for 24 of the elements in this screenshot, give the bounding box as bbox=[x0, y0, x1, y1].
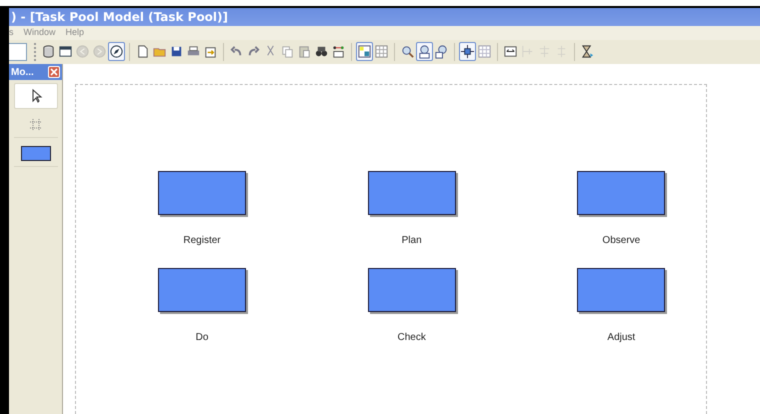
compass-icon[interactable] bbox=[108, 42, 125, 62]
menu-item[interactable]: Help bbox=[66, 26, 84, 40]
task-label: Plan bbox=[402, 234, 422, 248]
crosshair-icon[interactable] bbox=[459, 42, 476, 62]
task-box[interactable] bbox=[577, 171, 666, 215]
close-icon[interactable] bbox=[48, 66, 60, 78]
task-box[interactable] bbox=[158, 171, 246, 215]
layout-icon[interactable] bbox=[356, 42, 373, 62]
task-label: Do bbox=[196, 331, 208, 345]
combo-field[interactable] bbox=[9, 42, 27, 61]
menu-item[interactable]: s bbox=[9, 26, 14, 40]
palette-title: Mo... bbox=[11, 66, 34, 80]
window-title: ) - [Task Pool Model (Task Pool)] bbox=[11, 9, 228, 26]
task-label: Observe bbox=[602, 234, 640, 248]
task-box[interactable] bbox=[368, 171, 456, 215]
task-box[interactable] bbox=[368, 268, 456, 312]
menu-item[interactable]: Window bbox=[24, 26, 56, 40]
pointer-icon[interactable] bbox=[14, 83, 58, 109]
task-label: Register bbox=[183, 234, 221, 248]
task-box[interactable] bbox=[158, 268, 246, 312]
task-label: Adjust bbox=[607, 331, 636, 345]
task-box[interactable] bbox=[577, 268, 666, 312]
task-label: Check bbox=[397, 331, 426, 345]
zoom-actual-icon[interactable] bbox=[416, 42, 433, 62]
